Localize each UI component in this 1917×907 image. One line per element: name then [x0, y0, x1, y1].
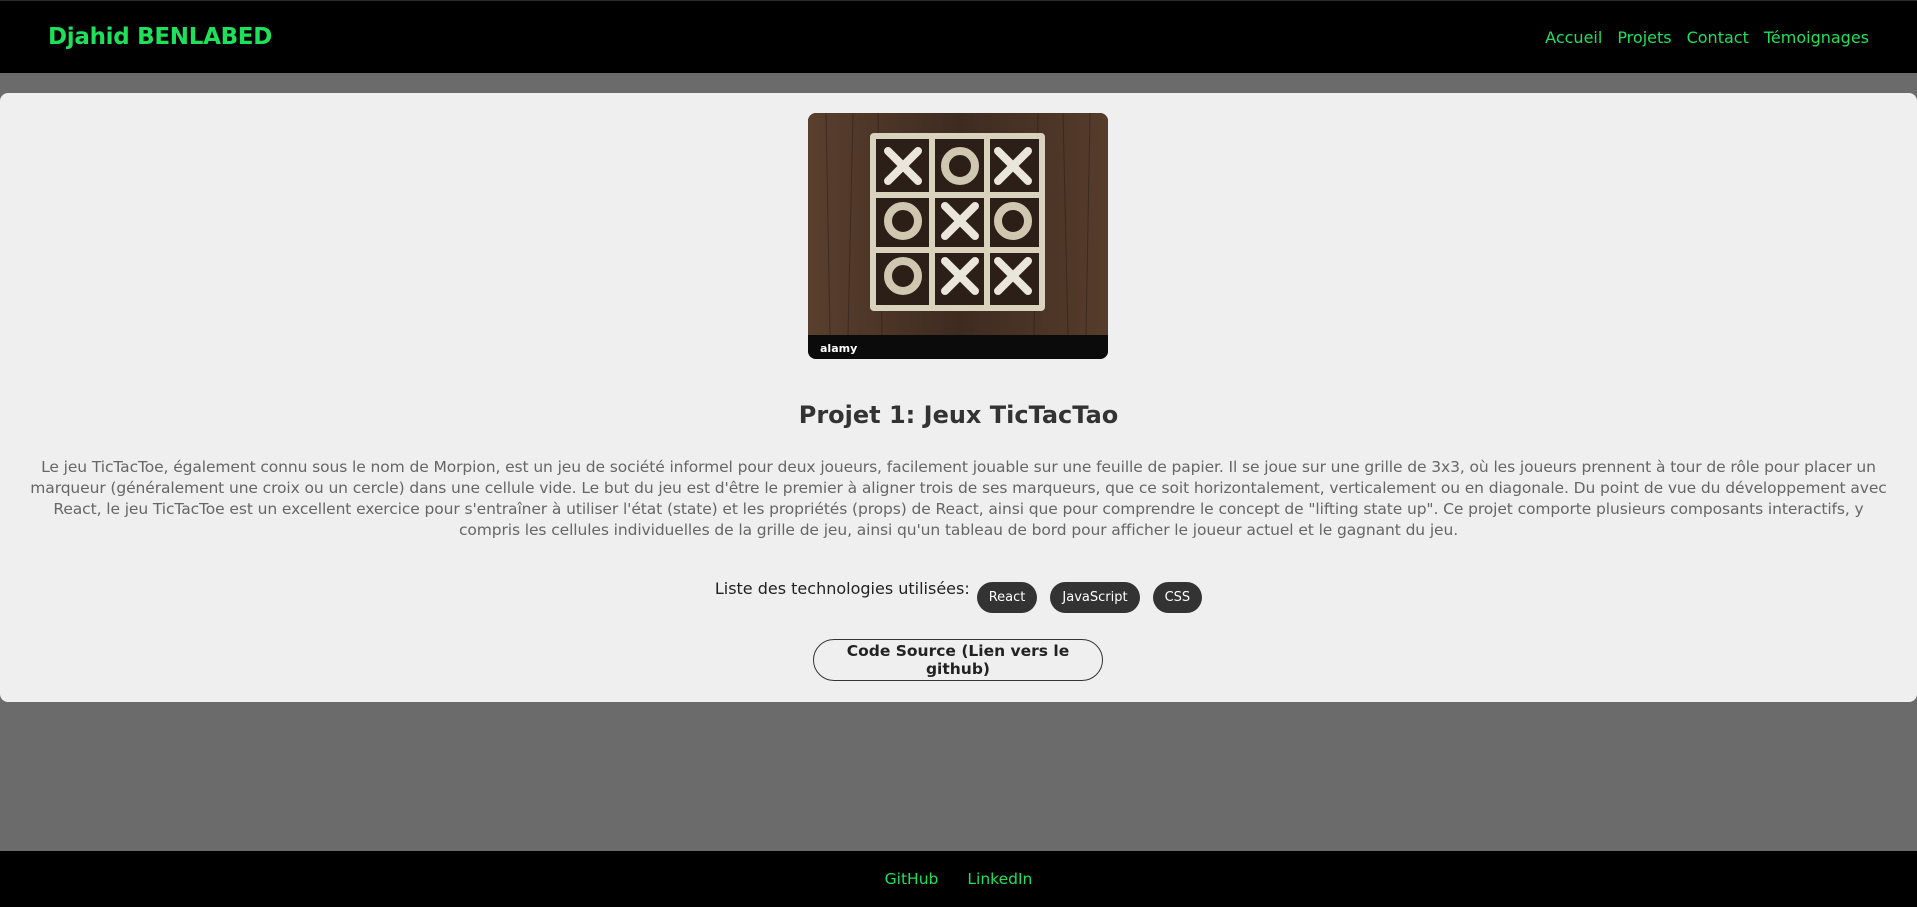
- project-title: Projet 1: Jeux TicTacTao: [798, 401, 1119, 429]
- nav-link-temoignages[interactable]: Témoignages: [1764, 28, 1869, 47]
- main-nav: Accueil Projets Contact Témoignages: [1545, 28, 1869, 47]
- technologies-row: Liste des technologies utilisées: React …: [0, 579, 1917, 613]
- project-description: Le jeu TicTacToe, également connu sous l…: [30, 458, 1887, 539]
- nav-link-contact[interactable]: Contact: [1687, 28, 1749, 47]
- watermark-logo: alamy: [820, 342, 857, 355]
- tech-badge-css: CSS: [1152, 582, 1203, 613]
- source-code-button[interactable]: Code Source (Lien vers le github): [813, 639, 1103, 681]
- tech-badge-react: React: [976, 582, 1038, 613]
- project-image: alamy: [808, 113, 1108, 359]
- technologies-label: Liste des technologies utilisées:: [714, 579, 970, 598]
- top-navbar: Djahid BENLABED Accueil Projets Contact …: [0, 0, 1917, 73]
- brand-name[interactable]: Djahid BENLABED: [48, 24, 272, 50]
- nav-link-accueil[interactable]: Accueil: [1545, 28, 1602, 47]
- footer: GitHub LinkedIn: [0, 851, 1917, 907]
- tech-badge-javascript: JavaScript: [1050, 582, 1140, 613]
- footer-link-linkedin[interactable]: LinkedIn: [967, 870, 1032, 888]
- footer-link-github[interactable]: GitHub: [885, 870, 939, 888]
- project-card: alamy Projet 1: Jeux TicTacTao Le jeu Ti…: [0, 93, 1917, 702]
- nav-link-projets[interactable]: Projets: [1617, 28, 1671, 47]
- tictactoe-photo: alamy: [808, 113, 1108, 359]
